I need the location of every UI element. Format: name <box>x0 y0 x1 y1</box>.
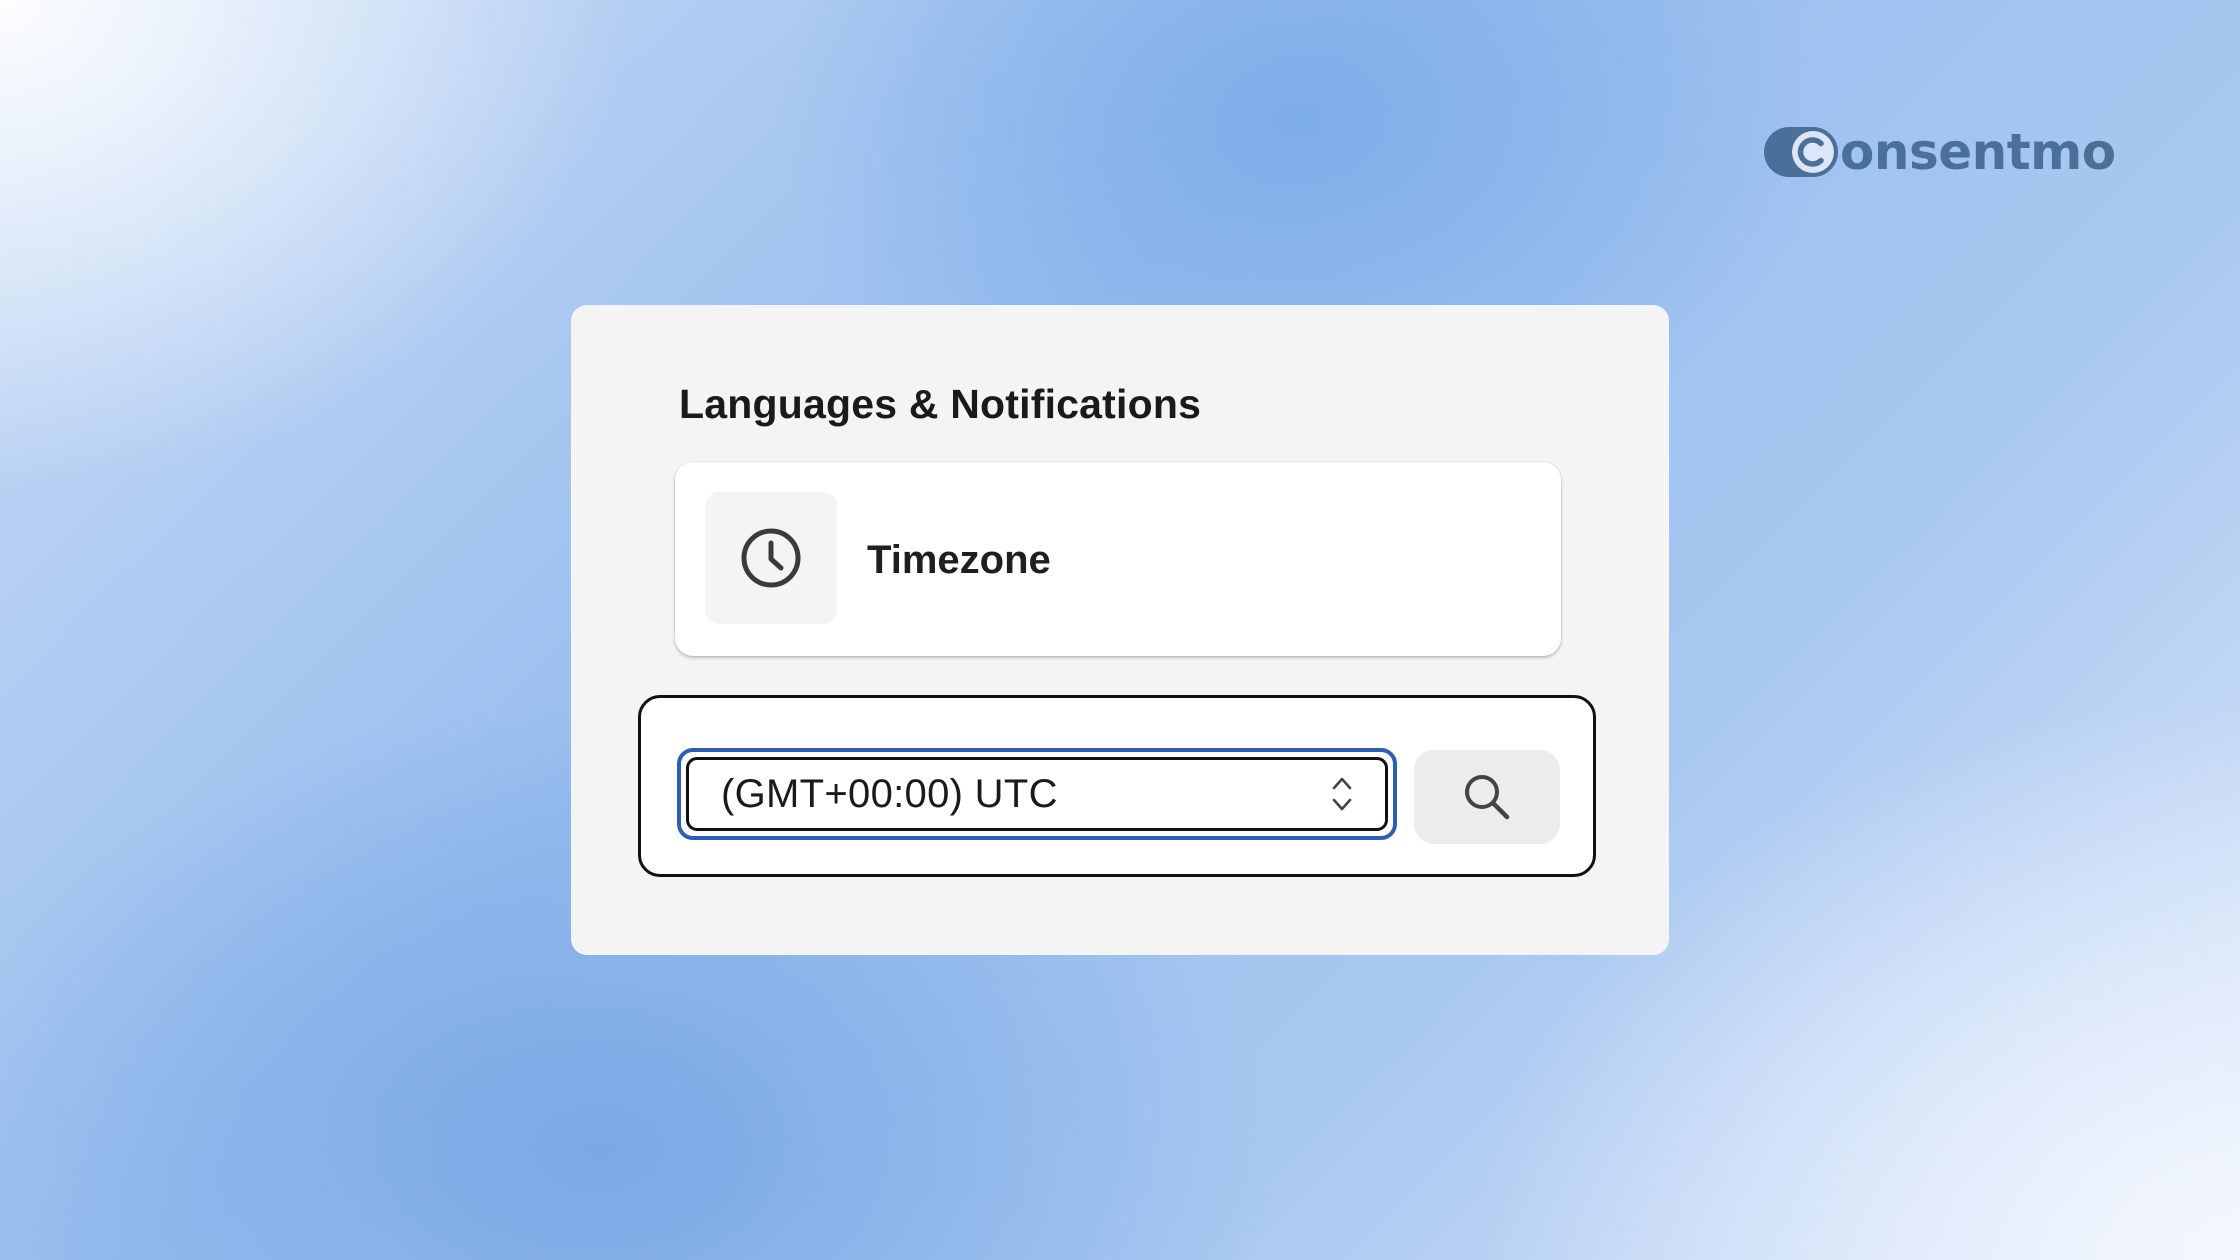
settings-panel: Languages & Notifications Timezone (GMT+… <box>571 305 1669 955</box>
timezone-icon-container <box>705 492 837 624</box>
section-title: Languages & Notifications <box>679 381 1202 427</box>
timezone-label: Timezone <box>867 538 1051 582</box>
brand-wordmark: onsentmo <box>1840 123 2116 181</box>
brand-logo: onsentmo <box>1764 124 2116 180</box>
timezone-card: Timezone <box>675 462 1561 656</box>
chevron-up-down-icon <box>1332 777 1352 811</box>
timezone-selected-value: (GMT+00:00) UTC <box>721 771 1058 816</box>
search-button[interactable] <box>1414 750 1560 844</box>
search-icon <box>1465 775 1510 820</box>
timezone-select-field[interactable]: (GMT+00:00) UTC <box>686 757 1388 831</box>
toggle-c-logo-icon <box>1764 125 1842 179</box>
clock-icon <box>741 528 801 588</box>
timezone-select[interactable]: (GMT+00:00) UTC <box>677 748 1397 840</box>
timezone-select-container: (GMT+00:00) UTC <box>638 695 1596 877</box>
